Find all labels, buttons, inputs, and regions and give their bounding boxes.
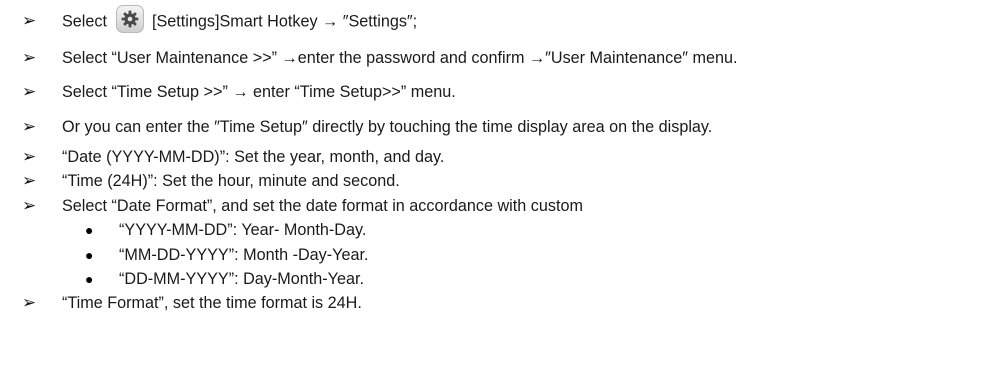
sub-item-text: “YYYY-MM-DD”: Year- Month-Day. xyxy=(119,221,367,239)
step-text: “Time (24H)”: Set the hour, minute and s… xyxy=(62,172,400,190)
step-text-after-icon: [Settings]Smart Hotkey → ″Settings″; xyxy=(152,12,418,31)
dot-bullet-icon: ● xyxy=(85,271,94,287)
arrow-bullet-icon: ➢ xyxy=(22,11,37,30)
gear-icon xyxy=(115,5,144,33)
step-text-before-icon: Select xyxy=(62,12,107,31)
arrow-bullet-icon: ➢ xyxy=(22,293,37,312)
step-text: Select “Date Format”, and set the date f… xyxy=(62,197,583,215)
step-text: “Time Format”, set the time format is 24… xyxy=(62,294,362,312)
sub-item-text: “DD-MM-YYYY”: Day-Month-Year. xyxy=(119,270,364,288)
arrow-bullet-icon: ➢ xyxy=(22,117,37,136)
step-text: Or you can enter the ″Time Setup″ direct… xyxy=(62,118,713,136)
dot-bullet-icon: ● xyxy=(85,222,94,238)
step-text: Select “Time Setup >>” → enter “Time Set… xyxy=(62,83,456,101)
arrow-bullet-icon: ➢ xyxy=(22,82,37,101)
step-text: “Date (YYYY-MM-DD)”: Set the year, month… xyxy=(62,148,445,166)
step-text: Select “User Maintenance >>” →enter the … xyxy=(62,49,738,67)
arrow-bullet-icon: ➢ xyxy=(22,147,37,166)
document-page: ➢ Select [Settings]Smart Hotkey → ″Setti… xyxy=(0,0,990,387)
sub-item-text: “MM-DD-YYYY”: Month -Day-Year. xyxy=(119,246,369,264)
arrow-bullet-icon: ➢ xyxy=(22,196,37,215)
step-text: Select [Settings]Smart Hotkey → ″Setting… xyxy=(62,5,418,33)
arrow-bullet-icon: ➢ xyxy=(22,48,37,67)
arrow-bullet-icon: ➢ xyxy=(22,171,37,190)
dot-bullet-icon: ● xyxy=(85,247,94,263)
